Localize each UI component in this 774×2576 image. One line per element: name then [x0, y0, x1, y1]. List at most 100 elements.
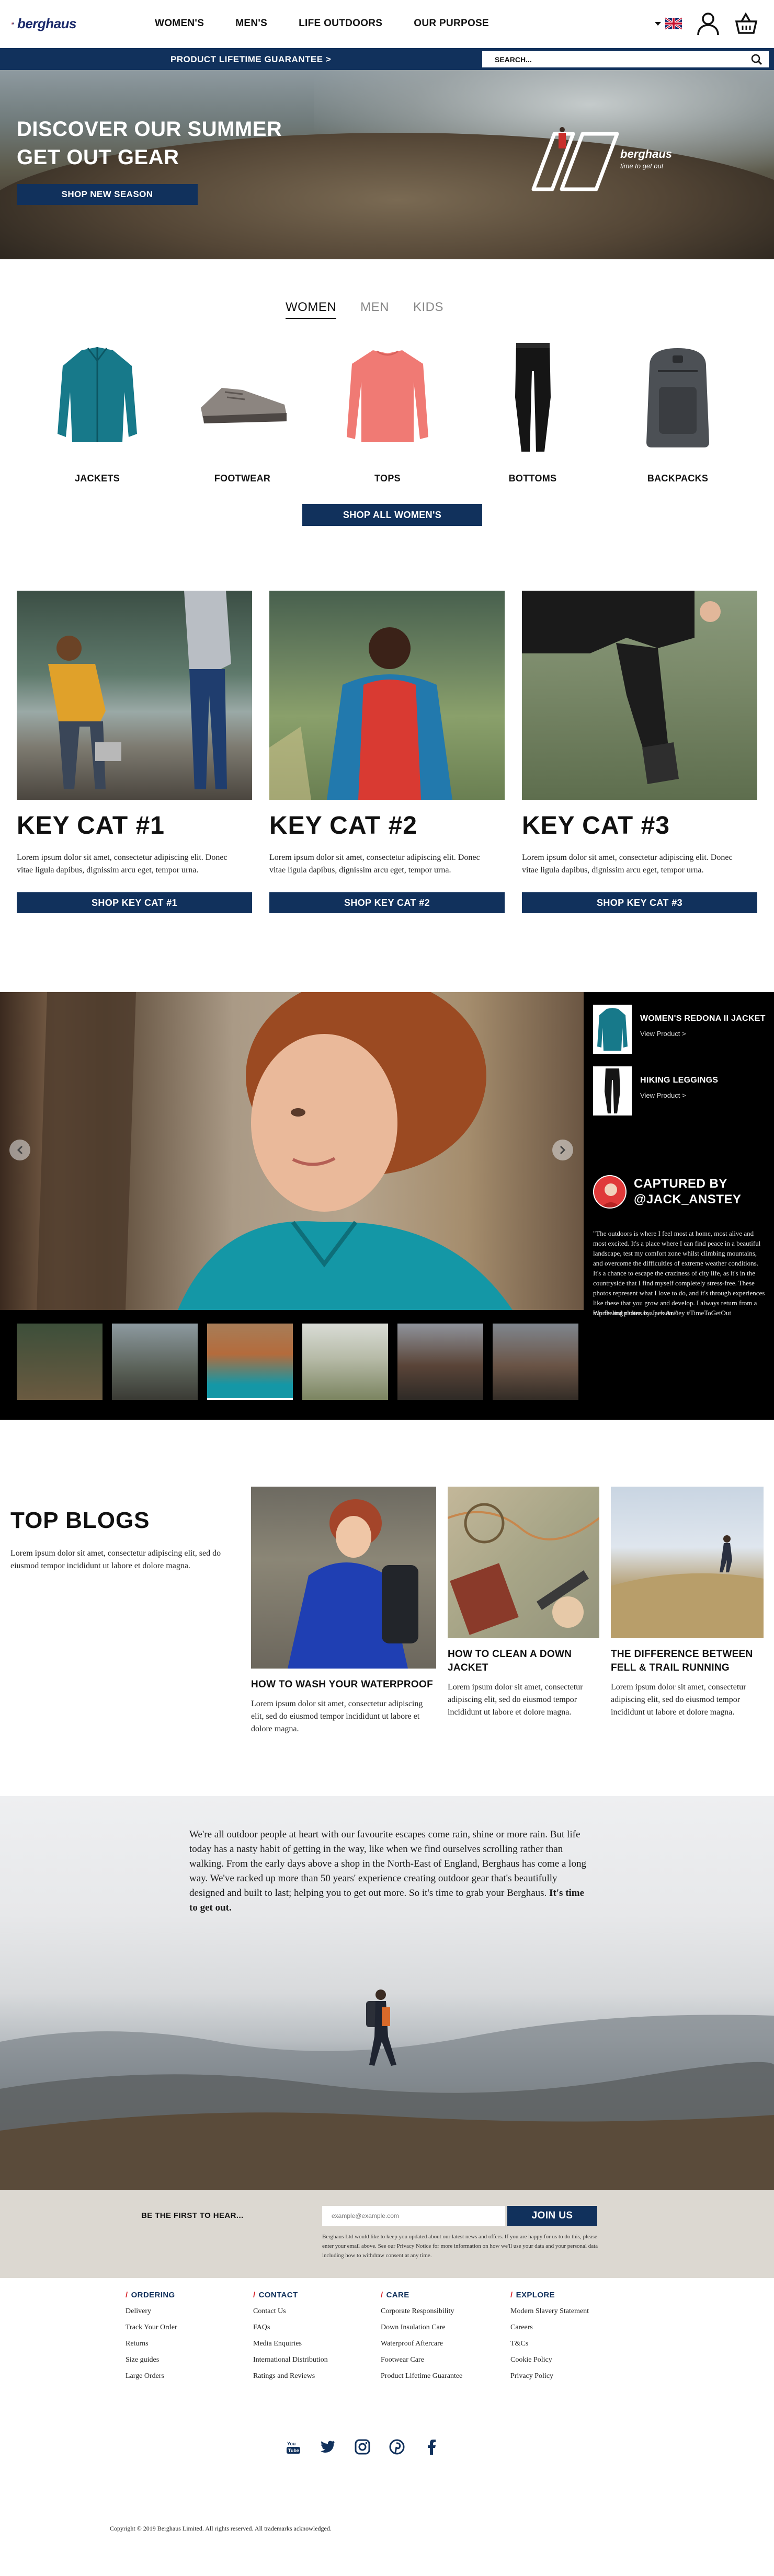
- pinterest-icon[interactable]: [389, 2439, 405, 2455]
- shop-all-womens-button[interactable]: SHOP ALL WOMEN'S: [302, 504, 482, 526]
- search-icon[interactable]: [751, 54, 762, 65]
- category-backpacks[interactable]: BACKPACKS: [625, 340, 730, 484]
- newsletter-small-print: Berghaus Ltd would like to keep you upda…: [322, 2234, 598, 2259]
- footer-link[interactable]: Privacy Policy: [510, 2372, 594, 2380]
- category-tabs: WOMEN MEN KIDS: [286, 300, 443, 319]
- nav-womens[interactable]: WOMEN'S: [155, 18, 204, 29]
- category-tops[interactable]: TOPS: [335, 340, 440, 484]
- gallery-thumbnail[interactable]: [112, 1324, 198, 1400]
- key-cat-image: [269, 591, 505, 800]
- youtube-icon[interactable]: You Tube: [286, 2439, 301, 2455]
- newsletter-signup: BE THE FIRST TO HEAR... JOIN US Berghaus…: [0, 2190, 774, 2278]
- blog-card[interactable]: THE DIFFERENCE BETWEEN FELL & TRAIL RUNN…: [611, 1487, 764, 1719]
- footer-link[interactable]: Footwear Care: [381, 2355, 464, 2364]
- logo-mark-icon: [12, 22, 14, 25]
- jacket-thumb-image: [597, 1008, 628, 1051]
- footer-heading: / CARE: [381, 2291, 409, 2299]
- footer-link[interactable]: International Distribution: [253, 2355, 337, 2364]
- email-field[interactable]: [322, 2206, 505, 2226]
- category-bottoms[interactable]: BOTTOMS: [481, 340, 585, 484]
- blog-card[interactable]: HOW TO WASH YOUR WATERPROOF Lorem ipsum …: [251, 1487, 436, 1735]
- gallery-thumbnail[interactable]: [17, 1324, 103, 1400]
- footer-link[interactable]: Waterproof Aftercare: [381, 2339, 464, 2348]
- gallery-next-button[interactable]: [552, 1140, 573, 1160]
- footer-link[interactable]: Ratings and Reviews: [253, 2372, 337, 2380]
- account-icon[interactable]: [697, 12, 720, 36]
- footer-link[interactable]: Down Insulation Care: [381, 2323, 464, 2332]
- chevron-down-icon: [655, 21, 661, 26]
- facebook-icon[interactable]: [424, 2439, 439, 2455]
- footer-link[interactable]: T&Cs: [510, 2339, 594, 2348]
- gallery-thumbnail[interactable]: [302, 1324, 388, 1400]
- footer-column-care: / CARE Corporate Responsibility Down Insu…: [381, 2291, 496, 2388]
- gallery-thumbnail[interactable]: [397, 1324, 483, 1400]
- footer-link[interactable]: Corporate Responsibility: [381, 2307, 464, 2316]
- instagram-icon[interactable]: [355, 2439, 370, 2455]
- photo-credit: Words and photos by Jack Anstey #TimeToG…: [593, 1309, 732, 1317]
- nav-our-purpose[interactable]: OUR PURPOSE: [414, 18, 489, 29]
- featured-product[interactable]: WOMEN'S REDONA II JACKET View Product >: [593, 1005, 766, 1054]
- view-product-link[interactable]: View Product >: [640, 1030, 766, 1038]
- shop-key-cat-2-button[interactable]: SHOP KEY CAT #2: [269, 892, 505, 913]
- featured-product[interactable]: HIKING LEGGINGS View Product >: [593, 1066, 718, 1116]
- category-jackets[interactable]: JACKETS: [45, 340, 150, 484]
- brand-story: We're all outdoor people at heart with o…: [0, 1796, 774, 2190]
- key-cat-text: Lorem ipsum dolor sit amet, consectetur …: [269, 853, 480, 875]
- gallery-thumbnail[interactable]: [493, 1324, 578, 1400]
- blog-card[interactable]: HOW TO CLEAN A DOWN JACKET Lorem ipsum d…: [448, 1487, 599, 1719]
- footer-link[interactable]: Large Orders: [126, 2372, 209, 2380]
- key-cat-title: KEY CAT #2: [269, 812, 417, 840]
- nav-mens[interactable]: MEN'S: [235, 18, 267, 29]
- key-cat-image: [17, 591, 252, 800]
- top-image: [347, 350, 428, 442]
- gallery-main-image: [0, 992, 584, 1310]
- category-label: TOPS: [374, 473, 401, 484]
- blog-image: [251, 1487, 436, 1669]
- map-illustration: [448, 1503, 599, 1635]
- blog-title: HOW TO WASH YOUR WATERPROOF: [251, 1679, 433, 1690]
- key-cat-card: KEY CAT #3 Lorem ipsum dolor sit amet, c…: [522, 591, 757, 913]
- blog-text: Lorem ipsum dolor sit amet, consectetur …: [448, 1683, 583, 1717]
- footer-link[interactable]: Track Your Order: [126, 2323, 209, 2332]
- shop-key-cat-3-button[interactable]: SHOP KEY CAT #3: [522, 892, 757, 913]
- berghaus-mark-icon: [531, 127, 619, 191]
- tab-kids[interactable]: KIDS: [413, 300, 443, 319]
- twitter-icon[interactable]: [320, 2439, 336, 2455]
- chevron-left-icon: [17, 1145, 23, 1155]
- basket-icon[interactable]: [734, 12, 758, 35]
- footer-link[interactable]: Product Lifetime Guarantee: [381, 2372, 464, 2380]
- footer-link[interactable]: Modern Slavery Statement: [510, 2307, 594, 2316]
- campers-illustration: [48, 591, 231, 789]
- blogs-title: TOP BLOGS: [10, 1508, 150, 1533]
- join-us-button[interactable]: JOIN US: [507, 2206, 597, 2226]
- search-input[interactable]: [495, 54, 735, 65]
- hero-title: DISCOVER OUR SUMMER GET OUT GEAR: [17, 118, 282, 169]
- gallery-thumbnail-active[interactable]: [207, 1324, 293, 1400]
- footer-link[interactable]: Returns: [126, 2339, 209, 2348]
- main-nav: WOMEN'S MEN'S LIFE OUTDOORS OUR PURPOSE: [155, 18, 520, 29]
- footer-link[interactable]: Cookie Policy: [510, 2355, 594, 2364]
- footer-link[interactable]: Media Enquiries: [253, 2339, 337, 2348]
- view-product-link[interactable]: View Product >: [640, 1091, 718, 1099]
- key-cat-image: [522, 591, 757, 800]
- footer-link[interactable]: Careers: [510, 2323, 594, 2332]
- shop-new-season-button[interactable]: SHOP NEW SEASON: [17, 184, 198, 205]
- footer-link[interactable]: Contact Us: [253, 2307, 337, 2316]
- footer-link[interactable]: FAQs: [253, 2323, 337, 2332]
- tab-men[interactable]: MEN: [360, 300, 389, 319]
- nav-life-outdoors[interactable]: LIFE OUTDOORS: [299, 18, 382, 29]
- leggings-thumb-image: [605, 1068, 620, 1113]
- avatar[interactable]: [593, 1175, 627, 1209]
- uk-flag-icon: [665, 17, 682, 30]
- footer-link[interactable]: Size guides: [126, 2355, 209, 2364]
- berghaus-logo[interactable]: berghaus: [12, 14, 77, 33]
- hero-banner: DISCOVER OUR SUMMER GET OUT GEAR SHOP NE…: [0, 70, 774, 259]
- category-footwear[interactable]: FOOTWEAR: [190, 340, 295, 484]
- footer-link[interactable]: Delivery: [126, 2307, 209, 2316]
- lifetime-guarantee-link[interactable]: PRODUCT LIFETIME GUARANTEE >: [170, 54, 331, 65]
- country-selector[interactable]: [655, 15, 682, 32]
- blog-title: HOW TO CLEAN A DOWN JACKET: [448, 1649, 572, 1673]
- tab-women[interactable]: WOMEN: [286, 300, 337, 319]
- gallery-prev-button[interactable]: [9, 1140, 30, 1160]
- shop-key-cat-1-button[interactable]: SHOP KEY CAT #1: [17, 892, 252, 913]
